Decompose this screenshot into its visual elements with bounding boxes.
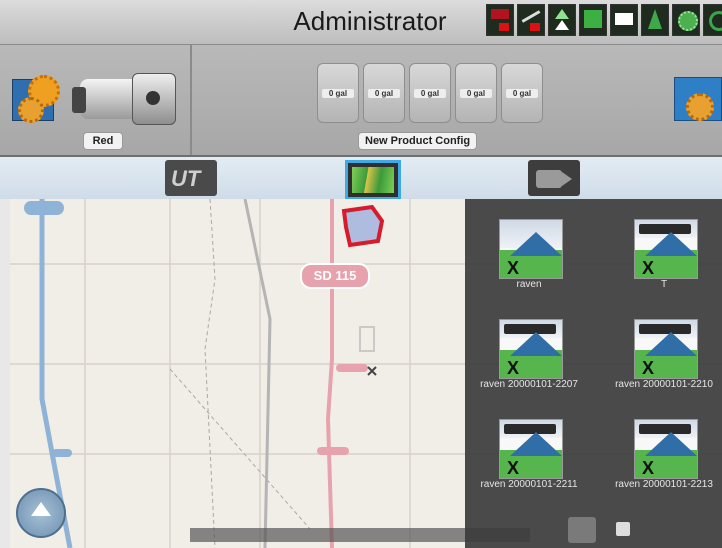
file-thumbnail-icon: X bbox=[499, 419, 563, 479]
file-thumbnail-icon: X bbox=[499, 319, 563, 379]
machine-name-label: Red bbox=[83, 132, 123, 150]
file-label: raven 20000101-2213 bbox=[615, 479, 713, 490]
machine-settings-icon[interactable] bbox=[12, 75, 62, 123]
ut-icon: UT bbox=[171, 166, 201, 191]
tank-volume: 0 gal bbox=[368, 89, 400, 98]
file-item[interactable]: X T bbox=[604, 219, 722, 307]
road-label-badge: SD 115 bbox=[300, 263, 370, 289]
toolbar: Red 0 gal 0 gal 0 gal 0 gal 0 gal New Pr… bbox=[0, 45, 722, 157]
product-tank-1[interactable]: 0 gal bbox=[317, 63, 359, 123]
tab-ut[interactable]: UT bbox=[165, 160, 217, 196]
status-icon-tray bbox=[486, 4, 722, 38]
panel-checkbox[interactable] bbox=[616, 522, 630, 536]
screen-icon[interactable] bbox=[610, 4, 638, 36]
file-label: raven 20000101-2211 bbox=[480, 479, 578, 490]
file-label: raven bbox=[516, 279, 542, 290]
file-thumbnail-icon: X bbox=[499, 219, 563, 279]
file-thumbnail-icon: X bbox=[634, 319, 698, 379]
product-tank-3[interactable]: 0 gal bbox=[409, 63, 451, 123]
product-settings-icon[interactable] bbox=[672, 75, 722, 121]
guidance-arrows-icon[interactable] bbox=[548, 4, 576, 36]
tab-camera[interactable] bbox=[528, 160, 580, 196]
file-label: raven 20000101-2210 bbox=[615, 379, 713, 390]
tank-volume: 0 gal bbox=[506, 89, 538, 98]
product-config-label: New Product Config bbox=[358, 132, 478, 150]
file-label: raven 20000101-2207 bbox=[480, 379, 578, 390]
settings-green-icon[interactable] bbox=[672, 4, 700, 36]
gps-icon[interactable] bbox=[579, 4, 607, 36]
file-thumbnail-icon: X bbox=[634, 419, 698, 479]
sprayer-machine-icon[interactable] bbox=[72, 73, 180, 129]
page-title: Administrator bbox=[293, 6, 447, 36]
recenter-navigation-button[interactable] bbox=[16, 488, 66, 538]
file-item[interactable]: X raven 20000101-2211 bbox=[469, 419, 589, 507]
product-tank-5[interactable]: 0 gal bbox=[501, 63, 543, 123]
file-item[interactable]: X raven bbox=[469, 219, 589, 307]
implement-icon[interactable] bbox=[517, 4, 545, 36]
tank-volume: 0 gal bbox=[460, 89, 492, 98]
camera-icon bbox=[536, 170, 562, 188]
file-item[interactable]: X raven 20000101-2207 bbox=[469, 319, 589, 407]
tank-volume: 0 gal bbox=[322, 89, 354, 98]
panel-square-button[interactable] bbox=[568, 517, 596, 543]
tank-volume: 0 gal bbox=[414, 89, 446, 98]
rotate-icon[interactable] bbox=[703, 4, 722, 36]
tab-map[interactable] bbox=[345, 160, 401, 200]
file-item[interactable]: X raven 20000101-2213 bbox=[604, 419, 722, 507]
product-tank-4[interactable]: 0 gal bbox=[455, 63, 497, 123]
file-thumbnail-icon: X bbox=[634, 219, 698, 279]
title-bar: Administrator bbox=[0, 0, 722, 45]
file-label: T bbox=[660, 279, 668, 290]
tab-bar: UT bbox=[0, 157, 722, 200]
road-label: SD 115 bbox=[313, 268, 357, 283]
product-tank-2[interactable]: 0 gal bbox=[363, 63, 405, 123]
map-icon bbox=[352, 167, 394, 193]
toolbar-divider bbox=[190, 45, 192, 155]
speed-alert-icon[interactable] bbox=[486, 4, 514, 36]
map-marker-icon[interactable] bbox=[641, 4, 669, 36]
file-browser-panel: X raven X T X raven 20000101-2207 X rave… bbox=[465, 199, 722, 548]
file-item[interactable]: X raven 20000101-2210 bbox=[604, 319, 722, 407]
